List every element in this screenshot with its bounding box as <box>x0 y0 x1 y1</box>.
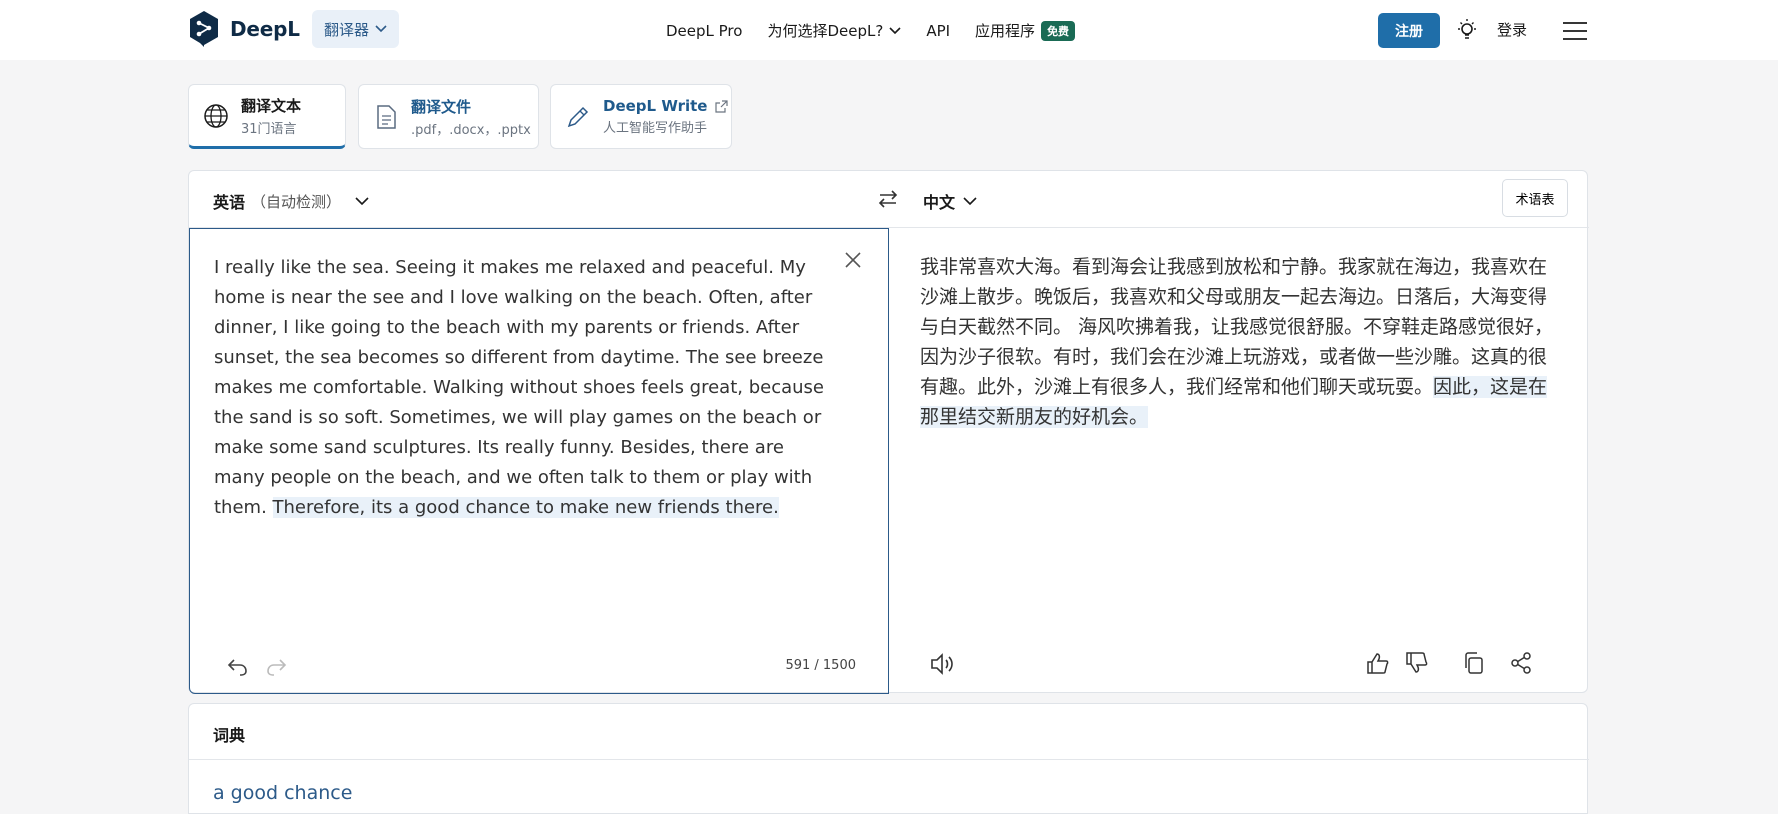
menu-icon[interactable] <box>1562 21 1588 41</box>
translator-dropdown[interactable]: 翻译器 <box>312 10 400 48</box>
nav-apps[interactable]: 应用程序 免费 <box>975 20 1076 41</box>
source-text-area[interactable]: I really like the sea. Seeing it makes m… <box>189 228 889 694</box>
copy-icon[interactable] <box>1462 651 1486 675</box>
nav-label: 为何选择DeepL? <box>767 22 884 40</box>
tab-subtitle: 31门语言 <box>241 121 297 137</box>
dictionary-panel: 词典 a good chance <box>188 703 1589 814</box>
top-header: DeepL 翻译器 DeepL Pro 为何选择DeepL? API 应用程序 … <box>0 0 1778 60</box>
tab-deepl-write[interactable]: DeepL Write 人工智能写作助手 <box>550 84 732 149</box>
brand-name: DeepL <box>230 17 300 41</box>
pen-icon <box>567 106 589 127</box>
nav-label: DeepL Pro <box>666 21 743 40</box>
signup-button[interactable]: 注册 <box>1378 13 1440 48</box>
speaker-icon[interactable] <box>929 651 955 677</box>
tab-title: 翻译文件 <box>411 97 472 116</box>
lightbulb-icon[interactable] <box>1456 18 1478 42</box>
swap-languages-icon[interactable] <box>877 188 899 210</box>
source-highlighted-sentence[interactable]: Therefore, its a good chance to make new… <box>272 497 779 518</box>
character-count: 591 / 1500 <box>785 658 856 673</box>
target-text[interactable]: 我非常喜欢大海。看到海会让我感到放松和宁静。我家就在海边，我喜欢在沙滩上散步。晚… <box>920 252 1564 432</box>
main-nav: DeepL Pro 为何选择DeepL? API 应用程序 免费 <box>666 20 1100 41</box>
free-badge: 免费 <box>1041 20 1076 41</box>
tab-title: DeepL Write <box>603 97 729 115</box>
nav-label: 应用程序 <box>975 22 1036 40</box>
deepl-logo-icon <box>190 11 218 47</box>
dictionary-term[interactable]: a good chance <box>213 782 352 804</box>
dictionary-header: 词典 <box>189 704 1589 760</box>
redo-icon[interactable] <box>266 655 288 677</box>
nav-why-deepl[interactable]: 为何选择DeepL? <box>767 20 901 41</box>
translator-dropdown-label: 翻译器 <box>324 20 370 39</box>
dictionary-title: 词典 <box>213 726 246 745</box>
nav-api[interactable]: API <box>926 22 950 40</box>
tab-translate-text[interactable]: 翻译文本 31门语言 <box>188 84 346 149</box>
tab-title: 翻译文本 <box>241 96 302 115</box>
target-language-selector[interactable]: 中文 <box>923 189 977 213</box>
translator-card: 英语 （自动检测） 中文 术语表 I really like the sea. … <box>188 170 1589 694</box>
tab-subtitle: 人工智能写作助手 <box>603 121 708 136</box>
login-link[interactable]: 登录 <box>1497 19 1527 40</box>
source-language: 英语 <box>213 193 246 212</box>
globe-icon <box>204 103 228 128</box>
nav-label: API <box>926 21 951 40</box>
tab-translate-files[interactable]: 翻译文件 .pdf，.docx，.pptx <box>358 84 539 149</box>
auto-detect-note: （自动检测） <box>251 192 342 211</box>
thumbs-up-icon[interactable] <box>1366 651 1390 675</box>
nav-deepl-pro[interactable]: DeepL Pro <box>666 22 742 40</box>
deepl-logo[interactable]: DeepL <box>188 10 300 48</box>
close-icon[interactable] <box>844 251 862 269</box>
tab-title-text: DeepL Write <box>603 97 708 115</box>
glossary-button[interactable]: 术语表 <box>1502 179 1568 217</box>
source-text-body: I really like the sea. Seeing it makes m… <box>214 257 825 518</box>
thumbs-down-icon[interactable] <box>1405 651 1429 675</box>
external-link-icon <box>715 99 729 113</box>
chevron-down-icon <box>375 25 387 33</box>
language-bar: 英语 （自动检测） 中文 术语表 <box>189 171 1589 228</box>
chevron-down-icon <box>963 196 977 205</box>
chevron-down-icon <box>355 196 369 205</box>
target-text-area: 我非常喜欢大海。看到海会让我感到放松和宁静。我家就在海边，我喜欢在沙滩上散步。晚… <box>889 228 1589 694</box>
chevron-down-icon <box>889 26 901 34</box>
target-language: 中文 <box>923 193 956 212</box>
share-icon[interactable] <box>1509 651 1533 675</box>
source-text[interactable]: I really like the sea. Seeing it makes m… <box>214 253 824 523</box>
document-icon <box>377 104 396 129</box>
source-language-selector[interactable]: 英语 （自动检测） <box>213 189 369 213</box>
tab-subtitle: .pdf，.docx，.pptx <box>411 122 531 138</box>
undo-icon[interactable] <box>226 655 248 677</box>
